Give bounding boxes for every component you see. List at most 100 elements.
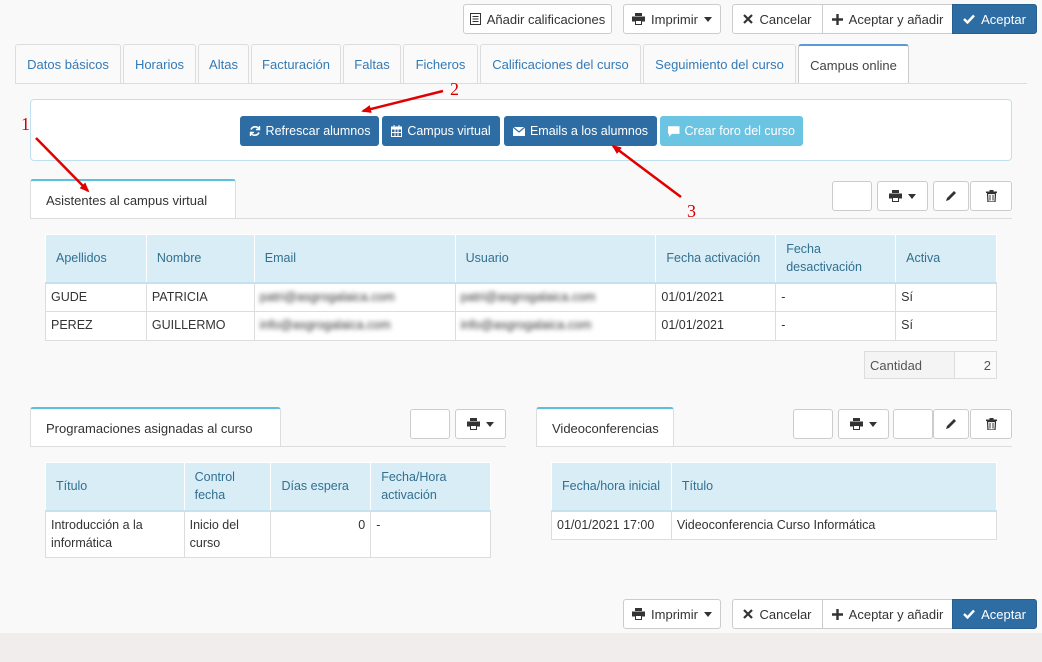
cancel-label: Cancelar — [759, 606, 812, 622]
cell-email: patri@asgrogalaica.com — [253, 282, 456, 312]
attendees-delete-button[interactable] — [970, 181, 1012, 211]
column-header[interactable]: Título — [670, 462, 998, 512]
cell-email: info@asgrogalaica.com — [253, 311, 456, 341]
tab-datos-basicos[interactable]: Datos básicos — [15, 44, 121, 84]
cell-activation-date: 01/01/2021 — [655, 311, 777, 341]
caret-down-icon — [486, 421, 494, 427]
cell-surname: GUDE — [45, 282, 147, 312]
accept-add-label: Aceptar y añadir — [848, 11, 944, 27]
quantity-box: Cantidad 2 — [864, 351, 997, 379]
programs-header-row: Título Control fecha Días espera Fecha/H… — [45, 462, 491, 512]
column-header[interactable]: Fecha desactivación — [775, 234, 897, 284]
trash-icon — [985, 418, 997, 430]
column-header[interactable]: Días espera — [270, 462, 372, 512]
column-header[interactable]: Fecha activación — [655, 234, 777, 284]
tab-campus-online[interactable]: Campus online — [798, 44, 909, 84]
videoconf-add-button[interactable] — [893, 409, 933, 439]
attendees-section-tab[interactable]: Asistentes al campus virtual — [30, 179, 236, 219]
accept-button-bottom[interactable]: Aceptar — [952, 599, 1037, 629]
programs-print-button[interactable] — [455, 409, 506, 439]
list-icon — [469, 13, 481, 25]
email-students-button[interactable]: Emails a los alumnos — [504, 116, 657, 146]
column-header[interactable]: Activa — [895, 234, 997, 284]
videoconf-print-button[interactable] — [838, 409, 889, 439]
email-students-label: Emails a los alumnos — [529, 124, 649, 138]
calendar-icon — [391, 125, 403, 137]
annotation-2: 2 — [450, 79, 459, 99]
programs-divider — [30, 446, 506, 447]
attendees-search-button[interactable] — [832, 181, 872, 211]
videoconf-search-button[interactable] — [793, 409, 833, 439]
cell-deactivation-date: - — [775, 311, 897, 341]
column-header[interactable]: Usuario — [454, 234, 657, 284]
table-row[interactable]: 01/01/2021 17:00 Videoconferencia Curso … — [551, 510, 998, 540]
close-icon — [743, 14, 754, 24]
add-grades-button[interactable]: Añadir calificaciones — [463, 4, 612, 34]
annotation-1: 1 — [21, 114, 30, 134]
cell-activation: - — [370, 510, 491, 558]
cell-date-control: Inicio del curso — [183, 510, 272, 558]
tab-horarios[interactable]: Horarios — [123, 44, 196, 84]
tab-faltas[interactable]: Faltas — [343, 44, 401, 84]
printer-icon — [632, 13, 646, 25]
column-header[interactable]: Email — [253, 234, 456, 284]
trash-icon — [985, 190, 997, 202]
column-header[interactable]: Apellidos — [45, 234, 147, 284]
print-button-top[interactable]: Imprimir — [623, 4, 721, 34]
column-header[interactable]: Título — [45, 462, 185, 512]
plus-icon — [831, 13, 843, 25]
table-row[interactable]: Introducción a la informática Inicio del… — [45, 510, 491, 558]
search-icon — [846, 190, 858, 202]
annotation-3: 3 — [687, 201, 696, 221]
check-icon — [963, 609, 975, 619]
cancel-button-top[interactable]: Cancelar — [732, 4, 823, 34]
create-forum-label: Crear foro del curso — [684, 124, 795, 138]
column-header[interactable]: Control fecha — [183, 462, 272, 512]
plus-icon — [831, 608, 843, 620]
create-forum-button[interactable]: Crear foro del curso — [660, 116, 803, 146]
plus-icon — [907, 418, 919, 430]
programs-search-button[interactable] — [410, 409, 450, 439]
envelope-icon — [512, 126, 525, 136]
tab-altas[interactable]: Altas — [198, 44, 249, 84]
cancel-button-bottom[interactable]: Cancelar — [732, 599, 823, 629]
attendees-edit-button[interactable] — [933, 181, 969, 211]
cell-wait-days: 0 — [270, 510, 372, 558]
virtual-campus-button[interactable]: Campus virtual — [382, 116, 500, 146]
accept-button-top[interactable]: Aceptar — [952, 4, 1037, 34]
cell-deactivation-date: - — [775, 282, 897, 312]
print-button-bottom[interactable]: Imprimir — [623, 599, 721, 629]
caret-down-icon — [703, 611, 712, 617]
tab-facturacion[interactable]: Facturación — [251, 44, 341, 84]
refresh-students-button[interactable]: Refrescar alumnos — [240, 116, 379, 146]
printer-icon — [467, 418, 480, 430]
caret-down-icon — [869, 421, 877, 427]
print-label: Imprimir — [651, 11, 698, 27]
videoconf-edit-button[interactable] — [933, 409, 969, 439]
videoconf-delete-button[interactable] — [970, 409, 1012, 439]
accept-label: Aceptar — [981, 606, 1026, 622]
attendees-divider — [30, 218, 1012, 219]
accept-add-button-top[interactable]: Aceptar y añadir — [822, 4, 953, 34]
programs-section-tab[interactable]: Programaciones asignadas al curso — [30, 407, 281, 447]
pencil-icon — [946, 191, 956, 201]
footer-strip — [0, 633, 1042, 662]
cell-username: patri@asgrogalaica.com — [454, 282, 657, 312]
column-header[interactable]: Nombre — [145, 234, 255, 284]
tab-calificaciones[interactable]: Calificaciones del curso — [480, 44, 641, 84]
accept-add-button-bottom[interactable]: Aceptar y añadir — [822, 599, 953, 629]
table-row[interactable]: GUDE PATRICIA patri@asgrogalaica.com pat… — [45, 282, 997, 312]
accept-label: Aceptar — [981, 11, 1026, 27]
tabs-divider — [15, 83, 1027, 84]
printer-icon — [850, 418, 863, 430]
tab-seguimiento[interactable]: Seguimiento del curso — [643, 44, 796, 84]
column-header[interactable]: Fecha/hora inicial — [551, 462, 672, 512]
print-label: Imprimir — [651, 606, 698, 622]
attendees-header-row: Apellidos Nombre Email Usuario Fecha act… — [45, 234, 997, 284]
attendees-print-button[interactable] — [877, 181, 928, 211]
column-header[interactable]: Fecha/Hora activación — [370, 462, 491, 512]
tab-ficheros[interactable]: Ficheros — [403, 44, 478, 84]
cell-start-datetime: 01/01/2021 17:00 — [551, 510, 672, 540]
table-row[interactable]: PEREZ GUILLERMO info@asgrogalaica.com in… — [45, 311, 997, 341]
videoconf-section-tab[interactable]: Videoconferencias — [536, 407, 674, 447]
